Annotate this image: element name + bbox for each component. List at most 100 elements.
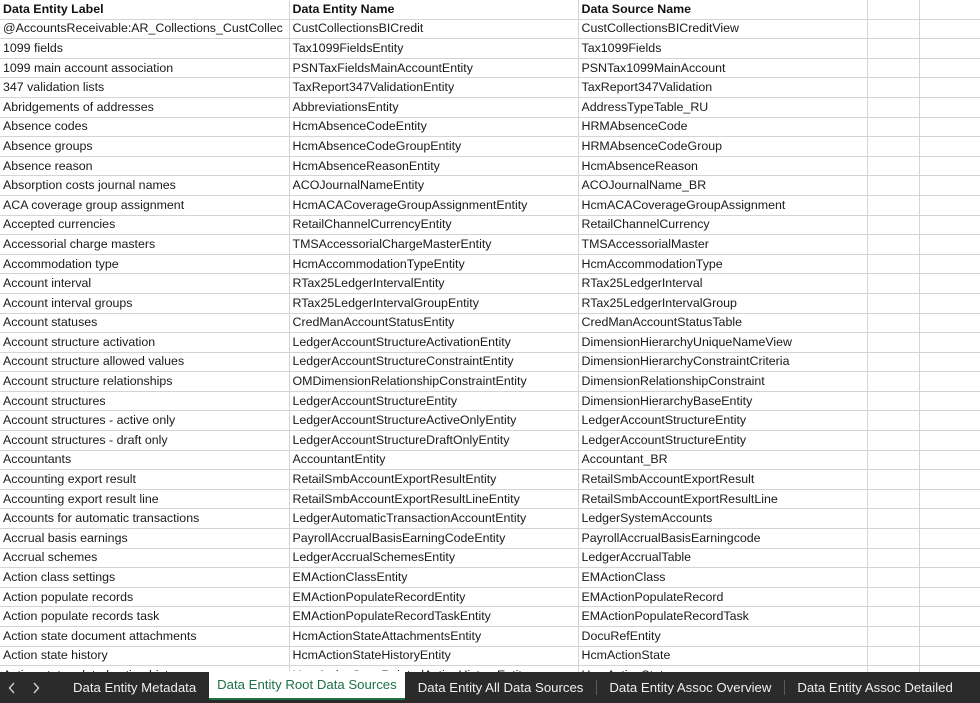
cell-empty[interactable]: [867, 97, 920, 118]
cell-source-name[interactable]: TaxReport347Validation: [578, 77, 868, 98]
cell-empty[interactable]: [919, 215, 980, 236]
cell-entity-name[interactable]: PayrollAccrualBasisEarningCodeEntity: [289, 528, 579, 549]
cell-entity-label[interactable]: Abridgements of addresses: [0, 97, 290, 118]
cell-source-name[interactable]: HRMAbsenceCode: [578, 117, 868, 138]
cell-source-name[interactable]: CustCollectionsBICreditView: [578, 19, 868, 40]
cell-source-name[interactable]: AddressTypeTable_RU: [578, 97, 868, 118]
cell-entity-name[interactable]: EMActionPopulateRecordEntity: [289, 587, 579, 608]
cell-entity-label[interactable]: Action state history: [0, 646, 290, 667]
cell-source-name[interactable]: DocuRefEntity: [578, 626, 868, 647]
cell-entity-name[interactable]: CustCollectionsBICredit: [289, 19, 579, 40]
cell-entity-name[interactable]: HcmActionStateHistoryEntity: [289, 646, 579, 667]
cell-source-name[interactable]: DimensionHierarchyBaseEntity: [578, 391, 868, 412]
cell-empty[interactable]: [919, 332, 980, 353]
cell-source-name[interactable]: Accountant_BR: [578, 450, 868, 471]
cell-source-name[interactable]: HcmAbsenceReason: [578, 156, 868, 177]
cell-empty[interactable]: [919, 587, 980, 608]
cell-entity-label[interactable]: Account interval: [0, 273, 290, 294]
cell-empty[interactable]: [919, 38, 980, 59]
cell-source-name[interactable]: RTax25LedgerIntervalGroup: [578, 293, 868, 314]
cell-empty[interactable]: [867, 352, 920, 373]
cell-entity-label[interactable]: Account statuses: [0, 313, 290, 334]
cell-source-name[interactable]: TMSAccessorialMaster: [578, 234, 868, 255]
cell-entity-name[interactable]: HcmAbsenceCodeEntity: [289, 117, 579, 138]
cell-entity-label[interactable]: 1099 fields: [0, 38, 290, 59]
cell-empty[interactable]: [919, 430, 980, 451]
cell-entity-label[interactable]: Absence codes: [0, 117, 290, 138]
cell-empty[interactable]: [867, 273, 920, 294]
cell-source-name[interactable]: HcmActionState: [578, 646, 868, 667]
cell-source-name[interactable]: EMActionClass: [578, 567, 868, 588]
cell-empty[interactable]: [919, 646, 980, 667]
cell-empty[interactable]: [919, 195, 980, 216]
cell-entity-name[interactable]: RetailChannelCurrencyEntity: [289, 215, 579, 236]
cell-source-name[interactable]: RetailSmbAccountExportResult: [578, 469, 868, 490]
cell-source-name[interactable]: LedgerAccrualTable: [578, 548, 868, 569]
cell-entity-label[interactable]: Absence groups: [0, 136, 290, 157]
cell-entity-label[interactable]: Account structure allowed values: [0, 352, 290, 373]
cell-empty[interactable]: [919, 371, 980, 392]
cell-source-name[interactable]: DimensionHierarchyUniqueNameView: [578, 332, 868, 353]
cell-source-name[interactable]: PSNTax1099MainAccount: [578, 58, 868, 79]
cell-entity-label[interactable]: Accrual schemes: [0, 548, 290, 569]
cell-entity-name[interactable]: HcmAbsenceReasonEntity: [289, 156, 579, 177]
prev-sheet-button[interactable]: [0, 672, 24, 703]
cell-entity-name[interactable]: LedgerAccountStructureConstraintEntity: [289, 352, 579, 373]
cell-empty[interactable]: [867, 293, 920, 314]
cell-entity-name[interactable]: HcmACACoverageGroupAssignmentEntity: [289, 195, 579, 216]
cell-source-name[interactable]: HcmACACoverageGroupAssignment: [578, 195, 868, 216]
spreadsheet-grid[interactable]: Data Entity Label Data Entity Name Data …: [0, 0, 980, 672]
cell-empty[interactable]: [867, 371, 920, 392]
cell-source-name[interactable]: EMActionPopulateRecord: [578, 587, 868, 608]
cell-empty[interactable]: [919, 19, 980, 40]
cell-empty[interactable]: [867, 117, 920, 138]
cell-empty[interactable]: [867, 508, 920, 530]
cell-source-name[interactable]: RetailSmbAccountExportResultLine: [578, 489, 868, 510]
cell-source-name[interactable]: RTax25LedgerInterval: [578, 273, 868, 294]
cell-entity-name[interactable]: RetailSmbAccountExportResultLineEntity: [289, 489, 579, 510]
cell-empty[interactable]: [919, 626, 980, 647]
sheet-tab[interactable]: Data Entity Assoc Detailed: [784, 672, 965, 703]
cell-entity-label[interactable]: Accrual basis earnings: [0, 528, 290, 549]
cell-source-name[interactable]: CredManAccountStatusTable: [578, 313, 868, 334]
cell-empty[interactable]: [919, 136, 980, 157]
cell-empty[interactable]: [919, 469, 980, 490]
cell-empty[interactable]: [867, 626, 920, 647]
cell-entity-name[interactable]: EMActionPopulateRecordTaskEntity: [289, 606, 579, 627]
cell-empty[interactable]: [867, 156, 920, 177]
cell-entity-label[interactable]: Account structures - draft only: [0, 430, 290, 451]
cell-entity-name[interactable]: LedgerAccountStructureActivationEntity: [289, 332, 579, 353]
cell-entity-name[interactable]: Tax1099FieldsEntity: [289, 38, 579, 59]
cell-empty[interactable]: [867, 450, 920, 471]
cell-source-name[interactable]: HRMAbsenceCodeGroup: [578, 136, 868, 157]
cell-empty[interactable]: [919, 548, 980, 569]
cell-empty[interactable]: [919, 352, 980, 373]
header-cell-label[interactable]: Data Entity Label: [0, 0, 290, 20]
cell-entity-label[interactable]: Accounting export result line: [0, 489, 290, 510]
cell-entity-name[interactable]: HcmActionStateAttachmentsEntity: [289, 626, 579, 647]
cell-entity-name[interactable]: RTax25LedgerIntervalEntity: [289, 273, 579, 294]
cell-empty[interactable]: [867, 195, 920, 216]
cell-source-name[interactable]: PayrollAccrualBasisEarningcode: [578, 528, 868, 549]
cell-entity-name[interactable]: AbbreviationsEntity: [289, 97, 579, 118]
cell-empty[interactable]: [919, 273, 980, 294]
cell-entity-label[interactable]: Account interval groups: [0, 293, 290, 314]
cell-source-name[interactable]: LedgerSystemAccounts: [578, 508, 868, 530]
cell-empty[interactable]: [919, 77, 980, 98]
cell-entity-name[interactable]: LedgerAccountStructureEntity: [289, 391, 579, 412]
cell-empty[interactable]: [919, 117, 980, 138]
cell-entity-name[interactable]: AccountantEntity: [289, 450, 579, 471]
cell-entity-label[interactable]: Absorption costs journal names: [0, 175, 290, 196]
cell-entity-label[interactable]: Accounts for automatic transactions: [0, 508, 290, 530]
cell-empty[interactable]: [867, 175, 920, 196]
cell-empty[interactable]: [867, 38, 920, 59]
cell-entity-label[interactable]: ACA coverage group assignment: [0, 195, 290, 216]
cell-entity-label[interactable]: Accessorial charge masters: [0, 234, 290, 255]
cell-empty[interactable]: [919, 234, 980, 255]
cell-empty[interactable]: [867, 567, 920, 588]
cell-empty[interactable]: [867, 469, 920, 490]
cell-entity-label[interactable]: Action populate records task: [0, 606, 290, 627]
cell-empty[interactable]: [867, 489, 920, 510]
cell-empty[interactable]: [867, 587, 920, 608]
cell-empty[interactable]: [919, 450, 980, 471]
